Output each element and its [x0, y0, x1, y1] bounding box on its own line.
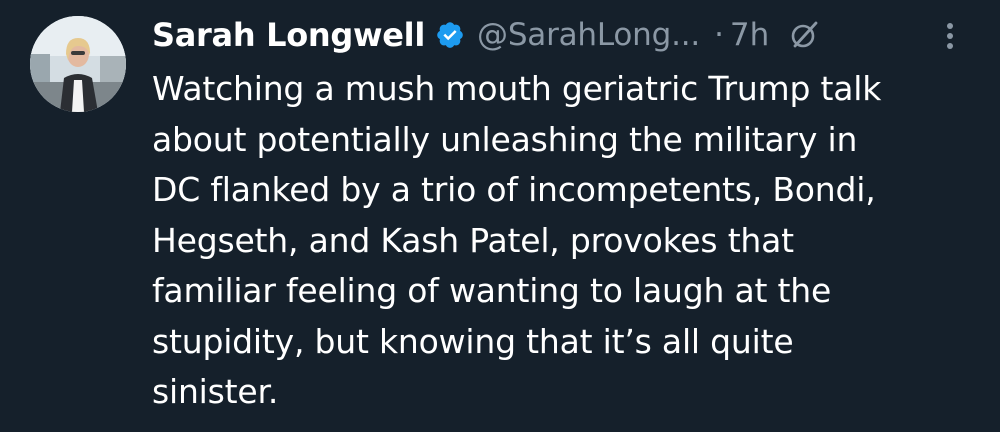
- tweet[interactable]: Sarah Longwell @SarahLong... · 7h Watchi…: [0, 0, 1000, 432]
- grok-icon[interactable]: [789, 20, 819, 50]
- tweet-text-line: sinister.: [152, 372, 279, 411]
- tweet-text-line: Hegseth, and Kash Patel, provokes that: [152, 220, 794, 260]
- tweet-text-line: about potentially unleashing the militar…: [152, 119, 858, 159]
- separator-dot: ·: [714, 17, 724, 53]
- more-options-icon[interactable]: [936, 18, 964, 54]
- author-handle[interactable]: @SarahLong...: [477, 17, 700, 53]
- profile-photo: [30, 16, 126, 112]
- tweet-text: Watching a mush mouth geriatric Trump ta…: [152, 64, 952, 418]
- tweet-text-line: DC flanked by a trio of incompetents, Bo…: [152, 170, 876, 209]
- timestamp[interactable]: 7h: [730, 17, 769, 53]
- avatar[interactable]: [30, 16, 126, 112]
- author-name[interactable]: Sarah Longwell: [152, 16, 425, 54]
- tweet-header: Sarah Longwell @SarahLong... · 7h: [152, 12, 982, 58]
- verified-badge-icon[interactable]: [435, 20, 465, 50]
- tweet-text-line: familiar feeling of wanting to laugh at …: [152, 271, 832, 310]
- tweet-text-line: Watching a mush mouth geriatric Trump ta…: [152, 69, 882, 108]
- tweet-text-line: stupidity, but knowing that it’s all qui…: [152, 321, 794, 361]
